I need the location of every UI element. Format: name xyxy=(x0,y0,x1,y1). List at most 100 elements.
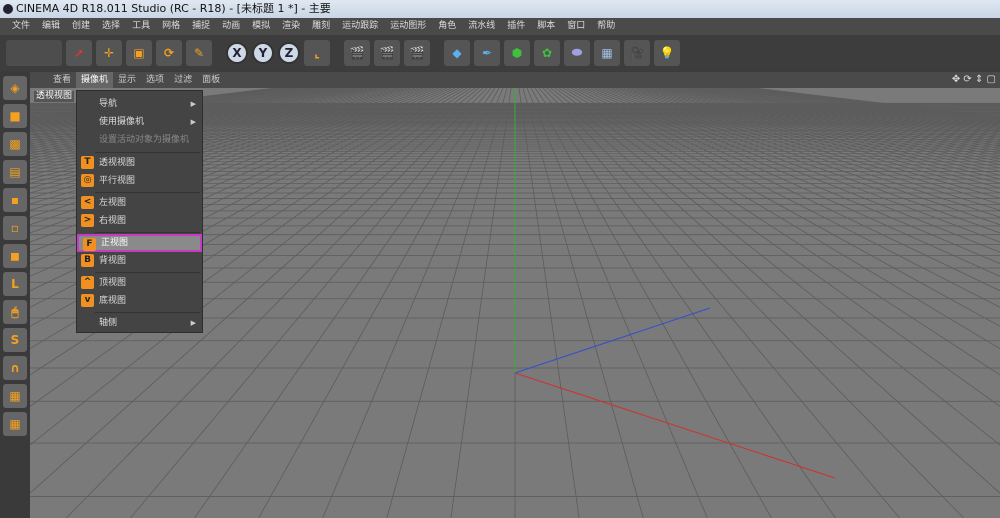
render-settings-icon[interactable]: 🎬 xyxy=(404,39,430,66)
menu-file[interactable]: 文件 xyxy=(6,18,36,35)
menu-snap[interactable]: 捕捉 xyxy=(186,18,216,35)
grid-line xyxy=(666,88,1000,152)
x-axis-line xyxy=(514,372,836,479)
pen-spline-icon[interactable]: ✒ xyxy=(474,39,500,66)
grid-line xyxy=(578,88,1000,277)
render-picture-viewer-icon[interactable]: 🎬 xyxy=(374,39,400,66)
item-label: 右视图 xyxy=(99,216,127,226)
menu-character[interactable]: 角色 xyxy=(432,18,462,35)
cloner-icon[interactable]: ✿ xyxy=(534,39,560,66)
texture-mode-icon[interactable]: ▩ xyxy=(3,132,27,156)
viewport-menu-display[interactable]: 显示 xyxy=(113,72,141,88)
menu-item-front[interactable]: F 正视图 xyxy=(77,234,202,252)
menu-create[interactable]: 创建 xyxy=(66,18,96,35)
menu-sculpt[interactable]: 雕刻 xyxy=(306,18,336,35)
workplane-lock-icon[interactable]: ▦ xyxy=(3,384,27,408)
menu-animate[interactable]: 动画 xyxy=(216,18,246,35)
menu-help[interactable]: 帮助 xyxy=(591,18,621,35)
grid-line xyxy=(650,88,1000,162)
viewport-menu-filter[interactable]: 过滤 xyxy=(169,72,197,88)
viewport-menu-panel[interactable]: 面板 xyxy=(197,72,225,88)
z-axis-lock-button[interactable]: Z xyxy=(278,41,300,64)
rotate-icon[interactable]: ⟳ xyxy=(156,39,182,66)
menu-divider xyxy=(95,192,200,193)
menu-item-parallel[interactable]: ◎ 平行视图 xyxy=(77,172,202,190)
menu-window[interactable]: 窗口 xyxy=(561,18,591,35)
grid-line xyxy=(542,88,964,518)
menu-script[interactable]: 脚本 xyxy=(531,18,561,35)
menu-item-axonometric[interactable]: 轴侧 ▶ xyxy=(77,314,202,332)
menu-item-top[interactable]: ^ 顶视图 xyxy=(77,274,202,292)
planar-workplane-icon[interactable]: ▦ xyxy=(3,412,27,436)
grid-line xyxy=(562,88,1000,350)
axis-mode-icon[interactable]: L xyxy=(3,272,27,296)
bottom-view-icon: v xyxy=(81,294,94,307)
grid-line xyxy=(570,88,1000,308)
menu-pipeline[interactable]: 流水线 xyxy=(462,18,501,35)
menu-item-navigation[interactable]: 导航 ▶ xyxy=(77,95,202,113)
live-selection-icon[interactable]: ➚ xyxy=(66,39,92,66)
grid-line xyxy=(538,88,900,518)
solo-icon[interactable]: S xyxy=(3,328,27,352)
camera-icon[interactable]: 🎥 xyxy=(624,39,650,66)
polygons-mode-icon[interactable]: ◼ xyxy=(3,244,27,268)
menu-item-use-camera[interactable]: 使用摄像机 ▶ xyxy=(77,113,202,131)
model-mode-icon[interactable]: ■ xyxy=(3,104,27,128)
grid-line xyxy=(746,88,1000,120)
grid-line xyxy=(586,88,1000,253)
grid-line xyxy=(194,88,496,518)
edges-mode-icon[interactable]: ▫ xyxy=(3,216,27,240)
y-axis-lock-button[interactable]: Y xyxy=(252,41,274,64)
workplane-icon[interactable]: ▤ xyxy=(3,160,27,184)
right-view-icon: > xyxy=(81,214,94,227)
cube-icon[interactable]: ◆ xyxy=(444,39,470,66)
grid-line xyxy=(606,88,1000,211)
parallel-icon: ◎ xyxy=(81,174,94,187)
deformer-icon[interactable]: ⬬ xyxy=(564,39,590,66)
grid-line xyxy=(698,88,1000,136)
scale-icon[interactable]: ▣ xyxy=(126,39,152,66)
menu-item-perspective[interactable]: T 透视视图 xyxy=(77,154,202,172)
grid-line xyxy=(594,88,1000,234)
points-mode-icon[interactable]: ▪ xyxy=(3,188,27,212)
submenu-arrow-icon: ▶ xyxy=(190,319,196,327)
coordinate-system-icon[interactable]: ⌞ xyxy=(304,39,330,66)
menu-render[interactable]: 渲染 xyxy=(276,18,306,35)
item-label: 顶视图 xyxy=(99,278,127,288)
grid-line xyxy=(590,88,1000,243)
viewport-menu-cameras[interactable]: 摄像机 xyxy=(76,72,114,88)
move-icon[interactable]: ✛ xyxy=(96,39,122,66)
menu-select[interactable]: 选择 xyxy=(96,18,126,35)
menu-item-left[interactable]: < 左视图 xyxy=(77,194,202,212)
menu-simulate[interactable]: 模拟 xyxy=(246,18,276,35)
menu-item-back[interactable]: B 背视图 xyxy=(77,252,202,270)
make-editable-icon[interactable]: ◈ xyxy=(3,76,27,100)
light-icon[interactable]: 💡 xyxy=(654,39,680,66)
recent-tool-icon[interactable]: ✎ xyxy=(186,39,212,66)
menu-motion-tracking[interactable]: 运动跟踪 xyxy=(336,18,384,35)
tweak-mode-icon[interactable]: 🖱 xyxy=(3,300,27,324)
x-axis-lock-button[interactable]: X xyxy=(226,41,248,64)
menu-mesh[interactable]: 网格 xyxy=(156,18,186,35)
item-label: 设置活动对象为摄像机 xyxy=(99,135,190,145)
item-label: 背视图 xyxy=(99,256,127,266)
render-view-icon[interactable]: 🎬 xyxy=(344,39,370,66)
menu-mograph[interactable]: 运动图形 xyxy=(384,18,432,35)
grid-line xyxy=(670,88,1000,149)
grid-line xyxy=(450,88,512,518)
submenu-arrow-icon: ▶ xyxy=(190,100,196,108)
grid-line xyxy=(518,88,580,518)
menu-edit[interactable]: 编辑 xyxy=(36,18,66,35)
viewport-menu-view[interactable]: 查看 xyxy=(48,72,76,88)
menu-plugins[interactable]: 插件 xyxy=(501,18,531,35)
menu-item-right[interactable]: > 右视图 xyxy=(77,212,202,230)
undo-button[interactable] xyxy=(6,39,62,66)
top-view-icon: ^ xyxy=(81,276,94,289)
menu-item-bottom[interactable]: v 底视图 xyxy=(77,292,202,310)
subdivision-icon[interactable]: ⬢ xyxy=(504,39,530,66)
viewport-nav-icons[interactable]: ✥ ⟳ ⇕ ▢ xyxy=(952,72,996,88)
snap-icon[interactable]: ∩ xyxy=(3,356,27,380)
floor-icon[interactable]: ▦ xyxy=(594,39,620,66)
menu-tools[interactable]: 工具 xyxy=(126,18,156,35)
viewport-menu-options[interactable]: 选项 xyxy=(141,72,169,88)
